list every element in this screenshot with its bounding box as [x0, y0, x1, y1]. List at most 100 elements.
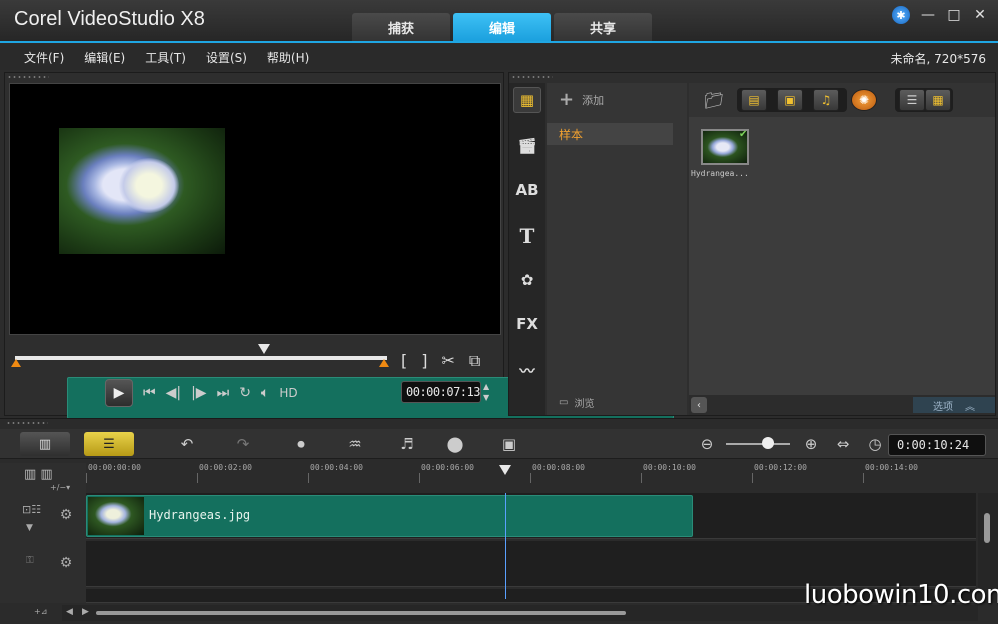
player-timecode[interactable]: 00:00:07:13: [401, 381, 481, 403]
library-category-bar: ▦ 🎬︎ AB T ✿ FX 〰: [509, 83, 545, 415]
menu-help[interactable]: 帮助(H): [267, 49, 309, 66]
video-track-icon[interactable]: ⚙︎: [54, 505, 78, 525]
scrub-handle[interactable]: [258, 344, 270, 354]
lock-all-icon[interactable]: ⊡☷: [22, 503, 41, 516]
path-icon[interactable]: 〰: [513, 357, 541, 383]
transition-icon[interactable]: AB: [513, 177, 541, 203]
end-icon[interactable]: ⏭: [217, 385, 230, 401]
thumbnail-view-icon[interactable]: ▦: [925, 89, 951, 111]
sort-icon[interactable]: ✺: [851, 89, 877, 111]
prev-frame-icon[interactable]: ◀|: [166, 385, 181, 401]
preview-image: [59, 128, 225, 254]
ruler-label: 00:00:12:00: [754, 463, 807, 472]
track-headers: ▥ ▥ +/−▾ ⊡☷ ▼ ⚙︎ ⚿ ⚙︎: [0, 463, 86, 603]
menu-file[interactable]: 文件(F): [24, 49, 64, 66]
menu-tools[interactable]: 工具(T): [145, 49, 186, 66]
timecode-spinner[interactable]: ▲ ▼: [483, 381, 489, 403]
app-window: Corel VideoStudio X8 捕获 编辑 共享 ✱ — □ ✕ 文件…: [0, 0, 998, 624]
chevron-left-icon[interactable]: ‹: [691, 397, 707, 413]
mark-out-button[interactable]: ]: [421, 351, 427, 371]
redo-icon[interactable]: ↷: [228, 433, 258, 455]
repeat-icon[interactable]: ↻: [239, 385, 251, 401]
scissors-icon[interactable]: ✂: [442, 351, 455, 371]
clock-icon: ◷: [868, 435, 882, 453]
trim-end-marker[interactable]: [379, 359, 389, 367]
horizontal-scroll-thumb[interactable]: [96, 611, 626, 615]
mark-controls: [ ] ✂ ⧉: [401, 351, 480, 371]
play-button[interactable]: ▶: [105, 379, 133, 407]
copy-icon[interactable]: ⧉: [469, 351, 480, 371]
zoom-slider-knob[interactable]: [762, 437, 774, 449]
tab-capture[interactable]: 捕获: [352, 13, 450, 42]
chevron-down-icon[interactable]: ▼: [26, 523, 33, 533]
scroll-right-icon[interactable]: ▶: [82, 607, 89, 617]
ruler-tick: [419, 473, 420, 483]
overlay-track-icon[interactable]: ⚙︎: [54, 553, 78, 573]
playhead-handle[interactable]: [499, 465, 511, 475]
folder-icon[interactable]: 📁︎: [701, 89, 727, 111]
video-track[interactable]: Hydrangeas.jpg: [86, 493, 976, 539]
tab-share[interactable]: 共享: [554, 13, 652, 42]
media-icon[interactable]: ▦: [513, 87, 541, 113]
motion-tracking-icon[interactable]: ⬤: [440, 433, 470, 455]
fit-project-icon[interactable]: ⇔: [828, 433, 858, 455]
photo-filter-icon[interactable]: ▣: [777, 89, 803, 111]
add-track-icon[interactable]: +⊿: [34, 607, 47, 616]
audio-filter-icon[interactable]: ♫: [813, 89, 839, 111]
minimize-button[interactable]: —: [920, 7, 936, 23]
mark-in-button[interactable]: [: [401, 351, 407, 371]
globe-icon[interactable]: ✱: [892, 6, 910, 24]
subtitle-editor-icon[interactable]: ▣: [494, 433, 524, 455]
menu-edit[interactable]: 编辑(E): [84, 49, 125, 66]
volume-icon[interactable]: 🔈︎: [261, 385, 269, 401]
zoom-out-icon[interactable]: ⊖: [692, 433, 722, 455]
ruler-tick: [308, 473, 309, 483]
browse-button[interactable]: ▭ 浏览: [559, 395, 594, 410]
ruler-label: 00:00:00:00: [88, 463, 141, 472]
time-ruler[interactable]: 00:00:00:00 00:00:02:00 00:00:04:00 00:0…: [86, 463, 976, 493]
filter-icon[interactable]: FX: [513, 311, 541, 337]
storyboard-view-icon[interactable]: ▥: [20, 432, 70, 456]
home-icon[interactable]: ⏮: [143, 385, 156, 401]
auto-music-icon[interactable]: ♬: [392, 433, 422, 455]
panel-grip[interactable]: [7, 75, 49, 79]
zoom-in-icon[interactable]: ⊕: [796, 433, 826, 455]
zoom-slider[interactable]: [726, 443, 790, 445]
record-capture-icon[interactable]: ⏺: [286, 433, 316, 455]
add-remove-chapter-icon[interactable]: +/−▾: [50, 483, 70, 492]
next-frame-icon[interactable]: |▶: [191, 385, 206, 401]
graphics-icon[interactable]: ✿: [513, 267, 541, 293]
folder-item-samples[interactable]: 样本: [547, 123, 673, 145]
browse-icon: ▭: [559, 397, 569, 408]
workspace-tabs: 捕获 编辑 共享: [352, 13, 652, 42]
title-icon[interactable]: T: [513, 223, 541, 249]
scrub-bar[interactable]: [15, 356, 387, 360]
video-filter-icon[interactable]: ▤: [741, 89, 767, 111]
panel-grip[interactable]: [511, 75, 553, 79]
timeline-duration[interactable]: 0:00:10:24: [888, 434, 986, 456]
undo-icon[interactable]: ↶: [172, 433, 202, 455]
menu-settings[interactable]: 设置(S): [206, 49, 247, 66]
sound-mixer-icon[interactable]: ♒: [340, 433, 370, 455]
maximize-button[interactable]: □: [946, 7, 962, 23]
clip-name: Hydrangeas.jpg: [149, 508, 251, 522]
panel-grip[interactable]: [6, 421, 48, 425]
hd-button[interactable]: HD: [279, 386, 297, 400]
folder-list: + 添加 样本 ▭ 浏览: [547, 83, 687, 415]
options-button[interactable]: 选项 ︽: [913, 397, 995, 413]
menu-bar: 文件(F) 编辑(E) 工具(T) 设置(S) 帮助(H): [0, 44, 998, 70]
vertical-scroll-thumb[interactable]: [984, 513, 990, 543]
timeline-clip[interactable]: Hydrangeas.jpg: [86, 495, 693, 537]
track-manager-icon[interactable]: ▥ ▥: [24, 467, 53, 482]
overlay-lock-icon[interactable]: ⚿: [26, 555, 34, 566]
tab-edit[interactable]: 编辑: [453, 13, 551, 42]
instant-project-icon[interactable]: 🎬︎: [513, 133, 541, 159]
list-view-icon[interactable]: ☰: [899, 89, 925, 111]
playback-controls: ▶ ⏮ ◀| |▶ ⏭ ↻ 🔈︎ HD: [105, 379, 298, 407]
add-folder-button[interactable]: + 添加: [559, 89, 604, 110]
scroll-left-icon[interactable]: ◀: [66, 607, 73, 617]
trim-start-marker[interactable]: [11, 359, 21, 367]
play-mode: 项目 素材: [67, 375, 674, 419]
close-button[interactable]: ✕: [972, 7, 988, 23]
timeline-view-icon[interactable]: ☰: [84, 432, 134, 456]
